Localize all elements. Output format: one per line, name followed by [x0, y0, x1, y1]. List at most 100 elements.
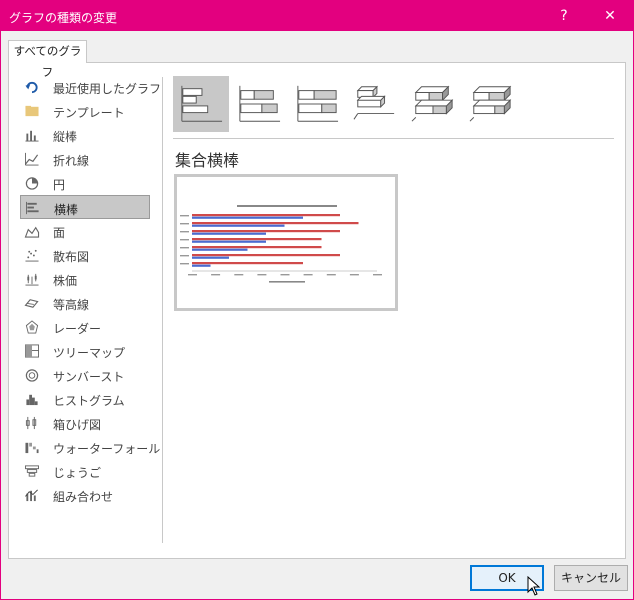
preview-category-label [180, 231, 189, 233]
preview-category-label [180, 263, 189, 265]
divider [162, 77, 163, 543]
chart-preview[interactable] [174, 174, 398, 311]
sunburst-icon [25, 369, 39, 382]
sidebar-item-bar-chart[interactable]: 横棒 [20, 195, 150, 219]
sidebar-item-scatter-chart[interactable]: 散布図 [20, 243, 150, 267]
preview-title-mark [237, 205, 337, 207]
sidebar-item-label: 縦棒 [53, 130, 78, 144]
line-chart-icon [24, 152, 39, 166]
sidebar-item-label: 折れ線 [53, 154, 90, 168]
sidebar-item-histogram[interactable]: ヒストグラム [20, 387, 150, 411]
scatter-chart-icon [25, 249, 39, 262]
preview-category-label [180, 215, 189, 217]
preview-tick-label [303, 274, 313, 276]
stock-chart-icon [25, 273, 39, 286]
pie-chart-icon [25, 177, 39, 190]
sidebar-item-column-chart[interactable]: 縦棒 [20, 123, 150, 147]
title-bar: グラフの種類の変更 ? ✕ [1, 1, 633, 31]
dialog-title: グラフの種類の変更 [9, 11, 118, 25]
preview-bar [192, 238, 322, 241]
preview-category-label [180, 223, 189, 225]
preview-tick-label [280, 274, 290, 276]
preview-legend [269, 281, 305, 283]
sidebar-item-stock-chart[interactable]: 株価 [20, 267, 150, 291]
100-stacked-bar-icon [297, 85, 339, 122]
preview-category-label [180, 255, 189, 257]
sidebar-item-label: ツリーマップ [53, 346, 126, 360]
preview-bar [192, 214, 340, 217]
sidebar-item-label: 組み合わせ [53, 490, 114, 504]
sidebar-item-surface-chart[interactable]: 等高線 [20, 291, 150, 315]
subtype-3d-100-stacked-bar[interactable] [463, 76, 519, 132]
sidebar-item-area-chart[interactable]: 面 [20, 219, 150, 243]
area-chart-icon [24, 226, 40, 238]
divider [173, 138, 614, 139]
stacked-bar-icon [239, 85, 281, 122]
preview-tick-label [257, 274, 267, 276]
funnel-icon [25, 465, 39, 477]
combo-chart-icon [25, 489, 38, 502]
sidebar-item-label: 横棒 [54, 203, 79, 217]
preview-bar [192, 216, 303, 219]
sidebar-item-label: レーダー [53, 322, 102, 336]
subtype-3d-stacked-bar[interactable] [405, 76, 461, 132]
chart-subtype-gallery [173, 76, 618, 132]
sidebar-item-pie-chart[interactable]: 円 [20, 171, 150, 195]
cancel-button[interactable]: キャンセル [554, 565, 628, 591]
preview-bar [192, 224, 285, 227]
preview-bar [192, 232, 266, 235]
preview-bar [192, 248, 248, 251]
sidebar-item-treemap[interactable]: ツリーマップ [20, 339, 150, 363]
sidebar-item-label: じょうご [53, 466, 102, 480]
chart-type-panel: 最近使用したグラフテンプレート縦棒折れ線円横棒面散布図株価等高線レーダーツリーマ… [8, 62, 626, 559]
preview-bar [192, 230, 340, 233]
change-chart-type-dialog: グラフの種類の変更 ? ✕ すべてのグラフ 最近使用したグラフテンプレート縦棒折… [0, 0, 634, 600]
sidebar-item-label: 面 [53, 226, 66, 240]
subtype-clustered-bar[interactable] [173, 76, 229, 132]
sidebar-item-label: ウォーターフォール [53, 442, 161, 456]
preview-tick-label [188, 274, 197, 276]
clustered-bar-icon [181, 85, 223, 122]
sidebar-item-label: 散布図 [53, 250, 90, 264]
chart-preview-image [180, 205, 382, 283]
preview-bar [192, 264, 211, 267]
sidebar-item-radar-chart[interactable]: レーダー [20, 315, 150, 339]
surface-chart-icon [24, 299, 39, 308]
mouse-cursor-icon [527, 576, 541, 596]
subtype-3d-clustered-bar[interactable] [347, 76, 403, 132]
preview-category-label [180, 239, 189, 241]
sidebar-item-combo-chart[interactable]: 組み合わせ [20, 483, 150, 507]
preview-tick-label [234, 274, 244, 276]
column-chart-icon [25, 130, 39, 142]
preview-bar [192, 240, 266, 243]
sidebar-item-recent[interactable]: 最近使用したグラフ [20, 75, 161, 99]
subtype-100-stacked-bar[interactable] [289, 76, 345, 132]
preview-tick-label [373, 274, 382, 276]
sidebar-item-waterfall[interactable]: ウォーターフォール [20, 435, 160, 459]
chart-category-list: 最近使用したグラフテンプレート縦棒折れ線円横棒面散布図株価等高線レーダーツリーマ… [20, 75, 161, 507]
close-button[interactable]: ✕ [587, 1, 633, 31]
sidebar-item-funnel[interactable]: じょうご [20, 459, 150, 483]
sidebar-item-line-chart[interactable]: 折れ線 [20, 147, 150, 171]
sidebar-item-sunburst[interactable]: サンバースト [20, 363, 150, 387]
sidebar-item-label: ヒストグラム [53, 394, 125, 408]
preview-bar [192, 256, 229, 259]
help-button[interactable]: ? [541, 1, 587, 31]
tab-all-charts[interactable]: すべてのグラフ [8, 40, 87, 79]
preview-category-label [180, 247, 189, 249]
3d-stacked-bar-icon [411, 85, 454, 122]
histogram-icon [26, 394, 38, 406]
recent-icon [25, 81, 38, 94]
sidebar-item-folder[interactable]: テンプレート [20, 99, 150, 123]
bar-chart-icon [25, 201, 39, 215]
3d-clustered-bar-icon [353, 85, 395, 120]
sidebar-item-label: 最近使用したグラフ [53, 82, 162, 96]
sidebar-item-label: 等高線 [53, 298, 90, 312]
selected-chart-name: 集合横棒 [175, 151, 240, 170]
preview-tick-label [211, 274, 221, 276]
subtype-stacked-bar[interactable] [231, 76, 287, 132]
preview-bar [192, 262, 303, 265]
sidebar-item-box-whisker[interactable]: 箱ひげ図 [20, 411, 150, 435]
3d-100-stacked-bar-icon [469, 85, 512, 122]
sidebar-item-label: サンバースト [53, 370, 125, 384]
